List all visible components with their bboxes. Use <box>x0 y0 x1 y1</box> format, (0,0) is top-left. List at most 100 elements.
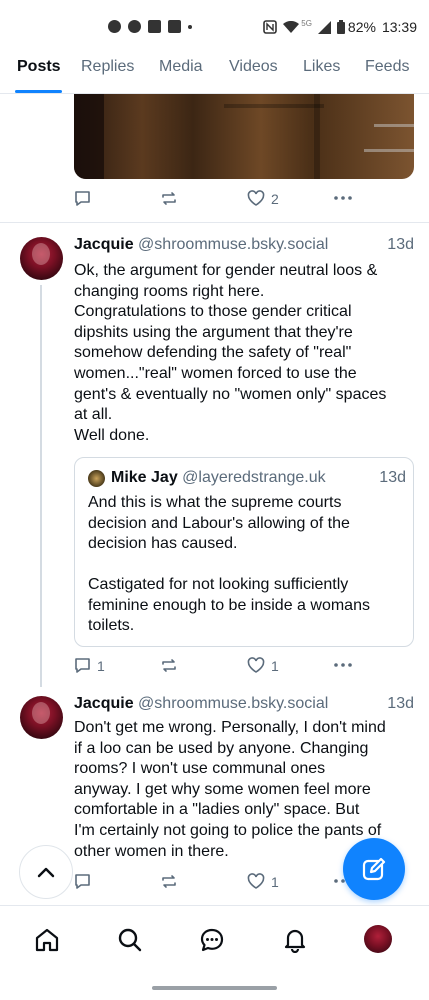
battery-percent: 82% <box>347 19 376 35</box>
facebook-icon <box>128 20 141 33</box>
avatar[interactable] <box>20 237 63 280</box>
repost-button[interactable] <box>160 657 178 674</box>
like-button[interactable]: 1 <box>247 873 279 890</box>
post-line: Don't get me wrong. Personally, I don't … <box>74 719 386 736</box>
author-name[interactable]: Jacquie <box>74 695 134 712</box>
post-actions: 2 <box>74 190 374 210</box>
chevron-up-icon <box>37 867 55 878</box>
post-line: dipshits using the argument that they're <box>74 323 353 341</box>
post-image[interactable] <box>74 94 414 179</box>
quote-author-name: Mike Jay <box>111 469 178 486</box>
reply-button[interactable]: 1 <box>74 657 105 674</box>
post-line: somehow defending the safety of "real" <box>74 344 352 362</box>
battery-icon <box>336 20 345 34</box>
quoted-post[interactable]: Mike Jay @layeredstrange.uk 13d And this… <box>74 457 414 647</box>
reply-button[interactable] <box>74 190 91 207</box>
more-icon <box>334 196 352 200</box>
notification-icons <box>108 20 192 33</box>
post-actions: 1 <box>74 873 374 893</box>
like-button[interactable]: 2 <box>247 190 279 207</box>
post-text: Ok, the argument for gender neutral loos… <box>74 261 419 446</box>
reply-button[interactable] <box>74 873 91 890</box>
compose-icon <box>362 857 386 881</box>
author-handle[interactable]: @shroommuse.bsky.social <box>138 236 328 253</box>
thread-line <box>40 285 42 687</box>
scroll-to-top-button[interactable] <box>19 845 73 899</box>
nav-search[interactable] <box>116 926 144 954</box>
search-icon <box>118 928 142 952</box>
quote-line: feminine enough to be inside a womans <box>88 596 370 614</box>
repost-icon <box>162 659 176 672</box>
nav-home[interactable] <box>33 926 61 954</box>
post-line: Well done. <box>74 426 150 444</box>
repost-icon <box>162 875 176 888</box>
nfc-icon <box>263 20 278 34</box>
post-line: if a loo can be used by anyone. Changing <box>74 739 369 757</box>
nav-chat[interactable] <box>198 926 226 954</box>
like-count: 2 <box>271 190 279 207</box>
bottom-navigation <box>0 905 429 975</box>
quote-line: Castigated for not looking sufficiently <box>88 576 349 593</box>
post-actions: 1 1 <box>74 657 374 677</box>
post-header: Jacquie @shroommuse.bsky.social 13d <box>74 236 416 258</box>
signal-icon <box>317 20 331 34</box>
repost-button[interactable] <box>160 873 178 890</box>
repost-icon <box>162 192 176 205</box>
chat-icon <box>200 928 224 952</box>
gesture-bar[interactable] <box>152 986 277 990</box>
compose-button[interactable] <box>343 838 405 900</box>
post-line: changing rooms right here. <box>74 282 265 300</box>
like-count: 1 <box>271 657 279 674</box>
quote-line <box>88 555 406 576</box>
post-line: comfortable in a "ladies only" space. Bu… <box>74 801 360 819</box>
quote-line: toilets. <box>88 617 135 634</box>
author-handle[interactable]: @shroommuse.bsky.social <box>138 695 328 712</box>
like-button[interactable]: 1 <box>247 657 279 674</box>
post-line: rooms? I won't use communal ones <box>74 760 326 778</box>
active-tab-indicator <box>15 90 62 93</box>
quote-header: Mike Jay @layeredstrange.uk 13d <box>111 469 406 487</box>
reply-icon <box>75 191 90 206</box>
facebook-icon <box>108 20 121 33</box>
tab-replies[interactable]: Replies <box>81 58 134 76</box>
network-label: 5G <box>301 18 312 28</box>
tiktok-icon <box>148 20 161 33</box>
repost-button[interactable] <box>160 190 178 207</box>
reply-icon <box>75 658 90 673</box>
quote-text: And this is what the supreme courts deci… <box>88 493 406 637</box>
nav-notifications[interactable] <box>281 926 309 954</box>
profile-tabs: Posts Replies Media Videos Likes Feeds <box>0 52 429 94</box>
post-time[interactable]: 13d <box>387 695 414 713</box>
quote-time: 13d <box>379 469 406 486</box>
author-name[interactable]: Jacquie <box>74 236 134 253</box>
tab-feeds[interactable]: Feeds <box>365 58 409 76</box>
status-bar: 5G 82% 13:39 <box>0 0 429 52</box>
post-line: women..."real" women forced to use the <box>74 364 357 382</box>
more-notifications-icon <box>188 24 192 29</box>
divider <box>0 222 429 223</box>
tab-media[interactable]: Media <box>159 58 203 76</box>
quote-line: decision has caused. <box>88 535 238 552</box>
more-options-button[interactable] <box>333 189 353 206</box>
bell-icon <box>284 929 306 953</box>
nav-profile-avatar[interactable] <box>364 925 392 953</box>
post-header: Jacquie @shroommuse.bsky.social 13d <box>74 695 416 717</box>
home-icon <box>35 928 59 952</box>
heart-icon <box>247 190 265 206</box>
heart-icon <box>247 873 265 889</box>
post-time[interactable]: 13d <box>387 236 414 254</box>
post-line: at all. <box>74 406 113 424</box>
reply-count: 1 <box>97 657 105 674</box>
tab-likes[interactable]: Likes <box>303 58 340 76</box>
clock: 13:39 <box>381 19 417 35</box>
post-line: gent's & eventually no "women only" spac… <box>74 385 387 403</box>
like-count: 1 <box>271 873 279 890</box>
tiktok-icon <box>168 20 181 33</box>
quote-avatar <box>88 470 105 487</box>
avatar[interactable] <box>20 696 63 739</box>
post-line: Congratulations to those gender critical <box>74 303 352 321</box>
tab-posts[interactable]: Posts <box>17 58 61 76</box>
tab-videos[interactable]: Videos <box>229 58 278 76</box>
more-options-button[interactable] <box>333 656 353 673</box>
quote-line: And this is what the supreme courts <box>88 494 342 511</box>
